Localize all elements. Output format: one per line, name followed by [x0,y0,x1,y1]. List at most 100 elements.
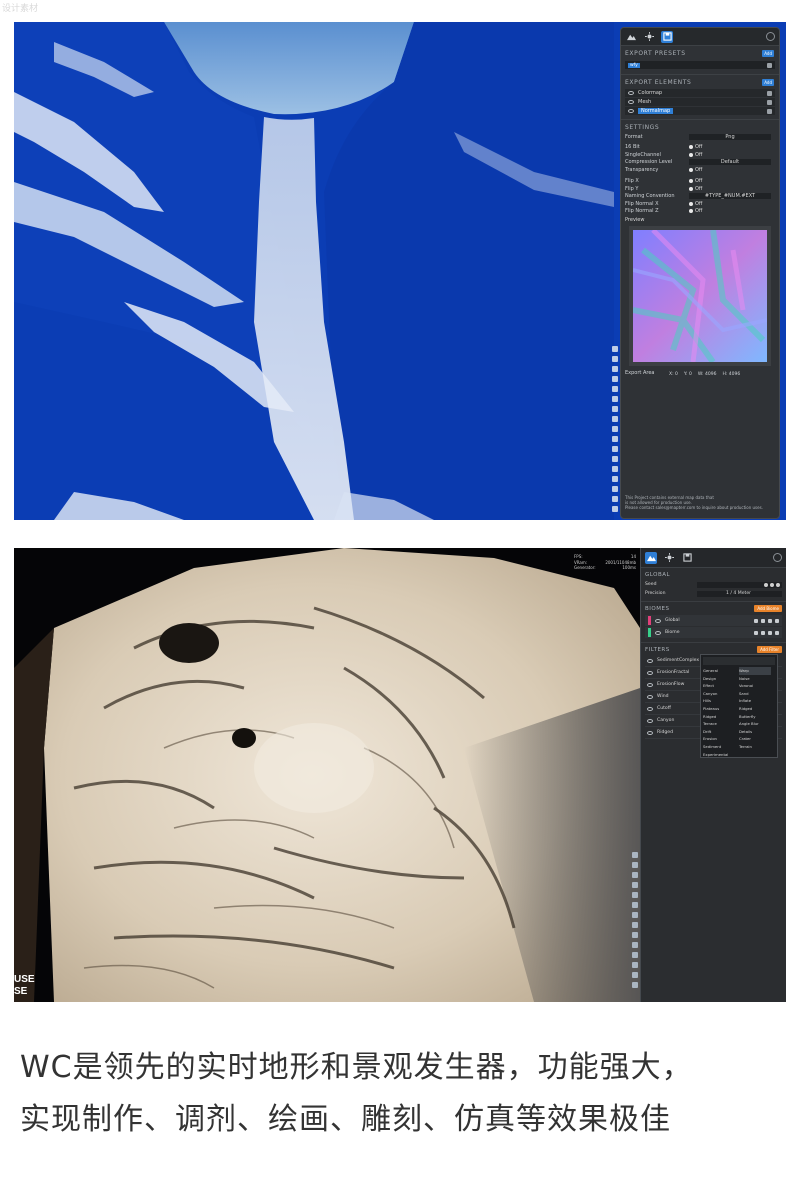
eye-icon[interactable] [655,630,661,635]
brush-icon[interactable] [761,618,765,623]
menu-item[interactable]: Butterfly [739,713,771,721]
tool-icon[interactable] [612,476,618,482]
menu-item[interactable]: Experimental [703,751,735,759]
tool-icon[interactable] [612,376,618,382]
tool-icon[interactable] [632,902,638,908]
menu-item[interactable]: Ridged [703,713,735,721]
tool-icon[interactable] [612,416,618,422]
tool-icon[interactable] [632,952,638,958]
eye-icon[interactable] [647,706,653,711]
tool-icon[interactable] [612,506,618,512]
menu-item[interactable]: Drift [703,728,735,736]
menu-item[interactable]: Ridged [739,705,771,713]
tool-icon[interactable] [612,426,618,432]
menu-item[interactable]: Voronoi [739,682,771,690]
biome-row[interactable]: Biome [645,627,782,638]
sun-icon[interactable] [663,552,675,564]
menu-search-input[interactable] [703,657,775,665]
menu-item[interactable]: Inflate [739,697,771,705]
tool-icon[interactable] [612,496,618,502]
eye-icon[interactable] [655,618,661,623]
menu-item[interactable]: Terrace [703,720,735,728]
flip-y-toggle[interactable]: Off [689,186,702,192]
mountain-icon[interactable] [625,31,637,43]
seed-input[interactable] [697,581,782,588]
tool-icon[interactable] [612,406,618,412]
layers-icon[interactable] [768,630,772,635]
save-icon[interactable] [767,99,772,105]
save-icon[interactable] [767,62,772,68]
menu-item[interactable]: Effect [703,682,735,690]
preset-row[interactable]: wfy [625,61,775,69]
flip-normal-x-toggle[interactable]: Off [689,201,702,207]
tool-icon[interactable] [632,912,638,918]
eye-icon[interactable] [628,100,634,104]
tool-icon[interactable] [632,982,638,988]
tool-icon[interactable] [612,346,618,352]
export-element-row[interactable]: Colormap [625,89,775,97]
tool-icon[interactable] [612,446,618,452]
brush-icon[interactable] [761,630,765,635]
menu-item[interactable]: Canyon [703,690,735,698]
tool-icon[interactable] [632,872,638,878]
export-element-row-selected[interactable]: Normalmap [625,107,775,115]
menu-item[interactable]: General [703,667,735,675]
single-channel-toggle[interactable]: Off [689,152,702,158]
save-icon[interactable] [767,90,772,96]
tool-icon[interactable] [632,972,638,978]
add-biome-button[interactable]: Add Biome [754,605,782,612]
menu-item[interactable]: Angle Blur [739,720,771,728]
save-icon[interactable] [661,30,673,43]
settings-icon[interactable] [754,618,758,623]
tool-icon[interactable] [632,882,638,888]
compression-select[interactable]: Default [689,159,771,166]
tool-icon[interactable] [632,922,638,928]
eye-icon[interactable] [647,718,653,723]
tool-icon[interactable] [612,366,618,372]
menu-item[interactable]: Noise [739,675,771,683]
save-icon[interactable] [767,108,772,114]
flip-normal-z-toggle[interactable]: Off [689,208,702,214]
tool-icon[interactable] [632,942,638,948]
eye-icon[interactable] [628,91,634,95]
mountain-icon[interactable] [645,551,657,564]
eye-icon[interactable] [647,730,653,735]
eye-icon[interactable] [647,694,653,699]
settings-icon[interactable] [754,630,758,635]
eye-icon[interactable] [647,682,653,687]
refresh-icon[interactable] [776,582,780,587]
menu-item[interactable]: Plateaus [703,705,735,713]
tool-icon[interactable] [632,892,638,898]
delete-icon[interactable] [775,618,779,623]
lock-icon[interactable] [770,582,774,587]
add-element-button[interactable]: Add [762,79,774,86]
export-area-w[interactable]: W: 4096 [698,372,717,377]
precision-select[interactable]: 1 / 4 Meter [697,590,782,597]
tool-icon[interactable] [612,486,618,492]
menu-item[interactable]: Sediment [703,743,735,751]
tool-icon[interactable] [612,386,618,392]
eye-icon[interactable] [647,658,653,663]
eye-icon[interactable] [628,109,634,113]
tool-icon[interactable] [632,852,638,858]
menu-item-highlighted[interactable]: Warp [739,667,771,675]
format-select[interactable]: Png [689,133,771,140]
delete-icon[interactable] [775,630,779,635]
add-preset-button[interactable]: Add [762,50,774,57]
export-area-x[interactable]: X: 0 [669,372,678,377]
sun-icon[interactable] [643,31,655,43]
settings-gear-icon[interactable] [766,32,775,41]
layers-icon[interactable] [768,618,772,623]
tool-icon[interactable] [632,862,638,868]
tool-icon[interactable] [632,962,638,968]
menu-item[interactable]: Design [703,675,735,683]
export-area-h[interactable]: H: 4096 [722,372,740,377]
dice-icon[interactable] [764,582,768,587]
naming-input[interactable]: #TYPE_#NUM.#EXT [689,193,771,200]
settings-gear-icon[interactable] [773,553,782,562]
tool-icon[interactable] [612,466,618,472]
menu-item[interactable]: Terrain [739,743,771,751]
export-element-row[interactable]: Mesh [625,98,775,106]
menu-item[interactable]: Hills [703,697,735,705]
biome-row[interactable]: Global [645,615,782,626]
